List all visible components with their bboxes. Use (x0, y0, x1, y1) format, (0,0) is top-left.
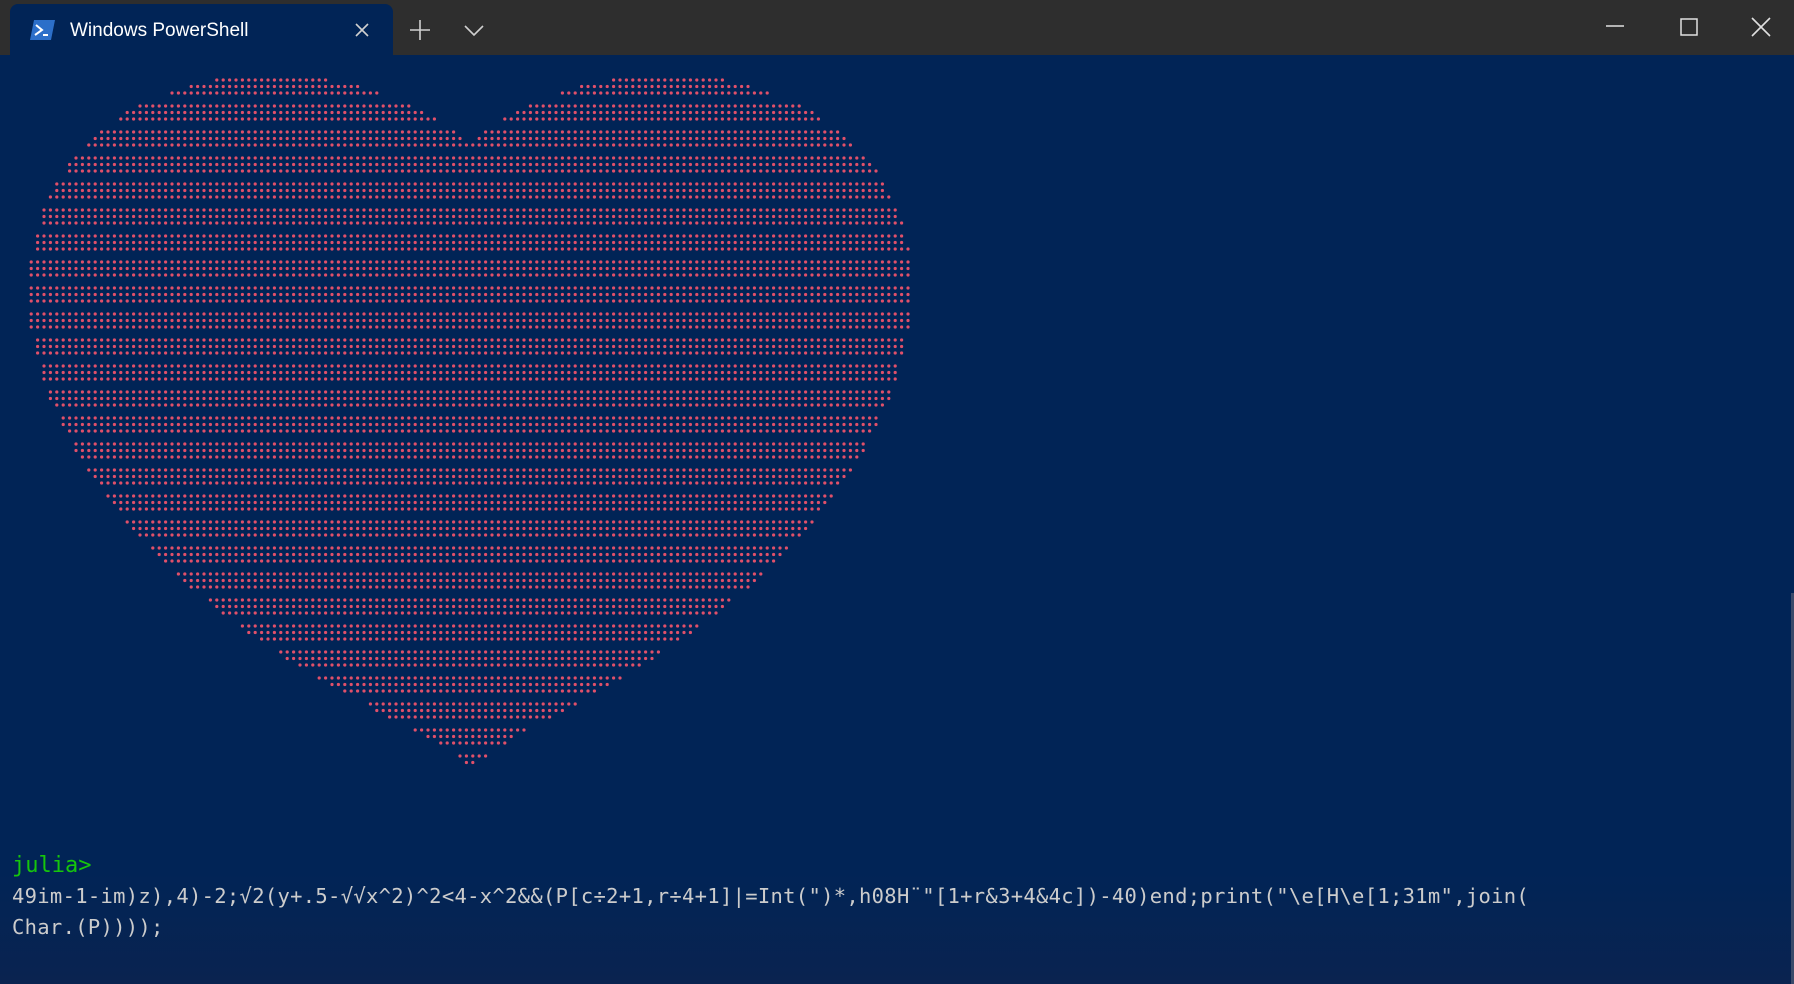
command-line-continuation: Char.(P)))); (12, 915, 164, 939)
maximize-icon[interactable] (1664, 10, 1714, 44)
title-bar: Windows PowerShell (0, 0, 1794, 55)
terminal-pane[interactable]: julia> 49im-1-im)z),4)-2;√2(y+.5-√√x^2)^… (0, 55, 1794, 984)
powershell-icon (30, 20, 55, 40)
julia-prompt: julia> (12, 853, 92, 878)
tab-windows-powershell[interactable]: Windows PowerShell (10, 4, 393, 55)
command-line: 49im-1-im)z),4)-2;√2(y+.5-√√x^2)^2<4-x^2… (12, 884, 1530, 908)
close-icon[interactable] (1736, 10, 1786, 44)
minimize-icon[interactable] (1590, 10, 1640, 44)
close-tab-icon[interactable] (352, 20, 372, 40)
plus-icon[interactable] (406, 16, 434, 44)
ascii-heart-art (29, 78, 910, 765)
chevron-down-icon[interactable] (460, 16, 488, 44)
tab-title: Windows PowerShell (70, 20, 249, 41)
